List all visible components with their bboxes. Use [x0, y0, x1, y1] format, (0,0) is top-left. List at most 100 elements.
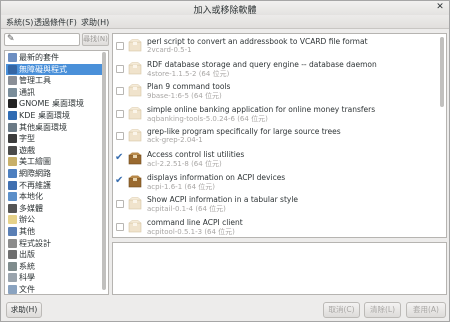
- category-item[interactable]: GNOME 桌面環境: [6, 98, 102, 109]
- package-checkbox[interactable]: [115, 175, 124, 186]
- package-icon: [128, 220, 142, 233]
- category-scrollbar[interactable]: [102, 52, 107, 293]
- package-version: acpi-1.6-1 (64 位元): [147, 182, 215, 191]
- package-icon: [128, 84, 142, 97]
- find-button[interactable]: 尋找(N): [82, 33, 109, 46]
- package-version: acl-2.2.51-8 (64 位元): [147, 160, 222, 168]
- package-name: displays information on ACPI devices: [147, 172, 286, 182]
- category-item[interactable]: 其他桌面環境: [6, 122, 102, 133]
- communication-icon: [8, 87, 17, 97]
- category-label: 最新的套件: [19, 53, 59, 62]
- documentation-icon: [8, 285, 17, 294]
- package-row[interactable]: Access control list utilitiesacl-2.2.51-…: [113, 149, 438, 170]
- desktop-icon: [8, 122, 17, 132]
- package-description-pane: [112, 242, 447, 295]
- category-item[interactable]: 其他: [6, 226, 102, 237]
- package-checkbox[interactable]: [116, 222, 124, 231]
- category-item[interactable]: 出版: [6, 249, 102, 260]
- category-label: 文件: [19, 285, 35, 294]
- package-icon: [128, 107, 142, 120]
- category-item[interactable]: 程式設計: [6, 238, 102, 249]
- package-icon: [128, 39, 142, 52]
- category-label: 辦公: [19, 215, 35, 225]
- category-item[interactable]: 本地化: [6, 191, 102, 202]
- package-scrollbar-thumb[interactable]: [440, 37, 444, 107]
- package-row[interactable]: Show ACPI information in a tabular style…: [113, 194, 438, 215]
- package-icon: [128, 197, 142, 210]
- category-item[interactable]: 通訊: [6, 87, 102, 98]
- category-item[interactable]: 美工繪圖: [6, 156, 102, 167]
- package-icon: [128, 61, 142, 75]
- category-item[interactable]: 辦公: [6, 214, 102, 225]
- search-input[interactable]: ✎: [4, 33, 80, 46]
- category-item[interactable]: 科學: [6, 272, 102, 283]
- category-label: 科學: [19, 273, 35, 283]
- package-row[interactable]: simple online banking application for on…: [113, 104, 438, 125]
- installed-package-icon: [128, 175, 142, 188]
- category-label: 多媒體: [19, 203, 43, 213]
- category-item[interactable]: 不再維護: [6, 180, 102, 191]
- category-item[interactable]: 網際網路: [6, 168, 102, 179]
- package-row[interactable]: perl script to convert an addressbook to…: [113, 36, 438, 57]
- add-remove-software-window: 加入或移除軟體 ✕ 系統(S) 透過條件(F) 求助(H) ✎ 尋找(N) 最新…: [0, 0, 450, 322]
- package-row[interactable]: displays information on ACPI devicesacpi…: [113, 172, 438, 193]
- menu-bar: 系統(S) 透過條件(F) 求助(H): [1, 15, 449, 29]
- category-label: GNOME 桌面環境: [19, 99, 84, 109]
- category-item[interactable]: 系統: [6, 261, 102, 272]
- category-item[interactable]: 遊戲: [6, 145, 102, 156]
- category-label: 字型: [19, 134, 35, 144]
- category-label: KDE 桌面環境: [19, 111, 71, 120]
- package-version: 9base-1:6-5 (64 位元): [147, 92, 222, 101]
- menu-system[interactable]: 系統(S): [6, 17, 33, 28]
- package-row[interactable]: grep-like program specifically for large…: [113, 126, 438, 147]
- menu-help[interactable]: 求助(H): [81, 17, 109, 28]
- package-name: Plan 9 command tools: [147, 82, 231, 92]
- package-scrollbar[interactable]: [440, 35, 445, 236]
- category-item[interactable]: KDE 桌面環境: [6, 110, 102, 121]
- category-label: 本地化: [19, 192, 43, 202]
- category-label: 程式設計: [19, 238, 51, 248]
- accessibility-icon: [8, 64, 17, 74]
- category-label: 出版: [19, 250, 35, 260]
- category-label: 其他: [19, 227, 35, 236]
- cancel-button[interactable]: 取消(C): [323, 302, 360, 318]
- programming-icon: [8, 238, 17, 248]
- apply-button[interactable]: 套用(A): [406, 302, 446, 318]
- package-version: 4store-1.1.5-2 (64 位元): [147, 69, 230, 78]
- category-item[interactable]: 字型: [6, 133, 102, 144]
- package-name: command line ACPI client: [147, 217, 243, 227]
- package-checkbox[interactable]: [116, 200, 124, 209]
- category-label: 無障礙與程式: [19, 64, 67, 74]
- close-icon[interactable]: ✕: [434, 2, 446, 13]
- help-button[interactable]: 求助(H): [6, 302, 42, 318]
- category-scrollbar-thumb[interactable]: [102, 52, 106, 290]
- package-row[interactable]: command line ACPI client acpitool-0.5.1-3…: [113, 217, 438, 237]
- publishing-icon: [8, 250, 17, 260]
- package-row[interactable]: RDF database storage and query engine --…: [113, 59, 438, 80]
- package-name: Show ACPI information in a tabular style: [147, 195, 299, 205]
- category-item[interactable]: 文件: [6, 284, 102, 294]
- package-row[interactable]: Plan 9 command tools 9base-1:6-5 (64 位元): [113, 81, 438, 102]
- localization-icon: [8, 192, 17, 202]
- category-item[interactable]: 最新的套件: [6, 52, 102, 63]
- package-checkbox[interactable]: [116, 87, 124, 96]
- package-checkbox[interactable]: [115, 152, 124, 163]
- package-checkbox[interactable]: [116, 109, 124, 118]
- category-item[interactable]: 無障礙與程式: [6, 63, 102, 75]
- office-icon: [8, 215, 17, 225]
- package-list: perl script to convert an addressbook to…: [112, 33, 447, 238]
- pencil-icon: ✎: [7, 34, 15, 44]
- package-checkbox[interactable]: [116, 64, 124, 73]
- category-item[interactable]: 管理工具: [6, 75, 102, 86]
- games-icon: [8, 145, 17, 155]
- package-checkbox[interactable]: [116, 132, 124, 141]
- gnome-icon: [8, 99, 17, 109]
- menu-filters[interactable]: 透過條件(F): [34, 17, 77, 28]
- kde-icon: [8, 111, 17, 120]
- package-checkbox[interactable]: [116, 42, 124, 50]
- package-version: acpitool-0.5.1-3 (64 位元): [147, 227, 235, 236]
- package-version: ack-grep-2.04-1: [147, 136, 203, 145]
- clear-button[interactable]: 清除(L): [364, 302, 401, 318]
- graphics-icon: [8, 157, 17, 167]
- category-item[interactable]: 多媒體: [6, 203, 102, 214]
